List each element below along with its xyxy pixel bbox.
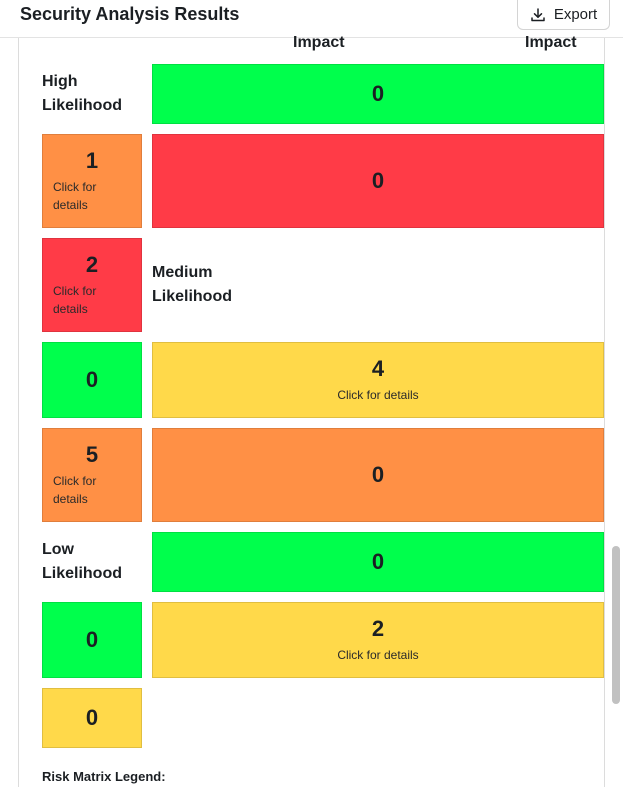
cell-count: 5	[85, 442, 99, 467]
matrix-cell-medium-small-2[interactable]: 5 Click for details	[42, 428, 142, 522]
cell-count: 0	[371, 168, 385, 193]
cell-count: 2	[85, 252, 99, 277]
legend-title: Risk Matrix Legend:	[42, 769, 166, 784]
row-label-medium-likelihood: Medium Likelihood	[152, 264, 232, 305]
scrollbar-thumb[interactable]	[612, 546, 620, 704]
matrix-cell-low-wide-2[interactable]: 2 Click for details	[152, 602, 604, 678]
matrix-cell-low-small-2[interactable]: 0	[42, 688, 142, 748]
cell-click-hint: Click for details	[337, 388, 419, 402]
matrix-cell-low-wide-1[interactable]: 0	[152, 532, 604, 592]
row-label-low-likelihood: Low Likelihood	[42, 541, 122, 582]
matrix-cell-medium-wide-2[interactable]: 0	[152, 428, 604, 522]
cell-click-hint: Click for details	[53, 284, 97, 316]
cell-count: 0	[371, 549, 385, 574]
download-icon	[531, 7, 545, 21]
export-button[interactable]: Export	[517, 0, 610, 30]
cell-click-hint: Click for details	[337, 648, 419, 662]
cell-count: 1	[85, 148, 99, 173]
cell-count: 0	[85, 627, 99, 652]
page-title: Security Analysis Results	[20, 4, 240, 24]
row-label-high-likelihood: High Likelihood	[42, 73, 122, 114]
matrix-cell-low-small-1[interactable]: 0	[42, 602, 142, 678]
matrix-cell-high-small-2[interactable]: 2 Click for details	[42, 238, 142, 332]
cell-click-hint: Click for details	[53, 474, 97, 506]
page-header: Security Analysis Results Export	[0, 0, 623, 38]
cell-count: 0	[371, 81, 385, 106]
cell-click-hint: Click for details	[53, 180, 97, 212]
cell-count: 2	[371, 616, 385, 641]
column-header-impact-2: Impact	[525, 34, 577, 51]
matrix-cell-high-wide[interactable]: 0	[152, 64, 604, 124]
cell-count: 4	[371, 356, 385, 381]
cell-count: 0	[371, 462, 385, 487]
matrix-cell-medium-small-1[interactable]: 0	[42, 342, 142, 418]
cell-count: 0	[85, 367, 99, 392]
export-button-label: Export	[553, 6, 598, 23]
column-header-impact: Impact	[293, 34, 345, 51]
cell-count: 0	[85, 705, 99, 730]
matrix-cell-high-small-1[interactable]: 1 Click for details	[42, 134, 142, 228]
matrix-cell-high-wide-2[interactable]: 0	[152, 134, 604, 228]
matrix-cell-medium-wide-1[interactable]: 4 Click for details	[152, 342, 604, 418]
